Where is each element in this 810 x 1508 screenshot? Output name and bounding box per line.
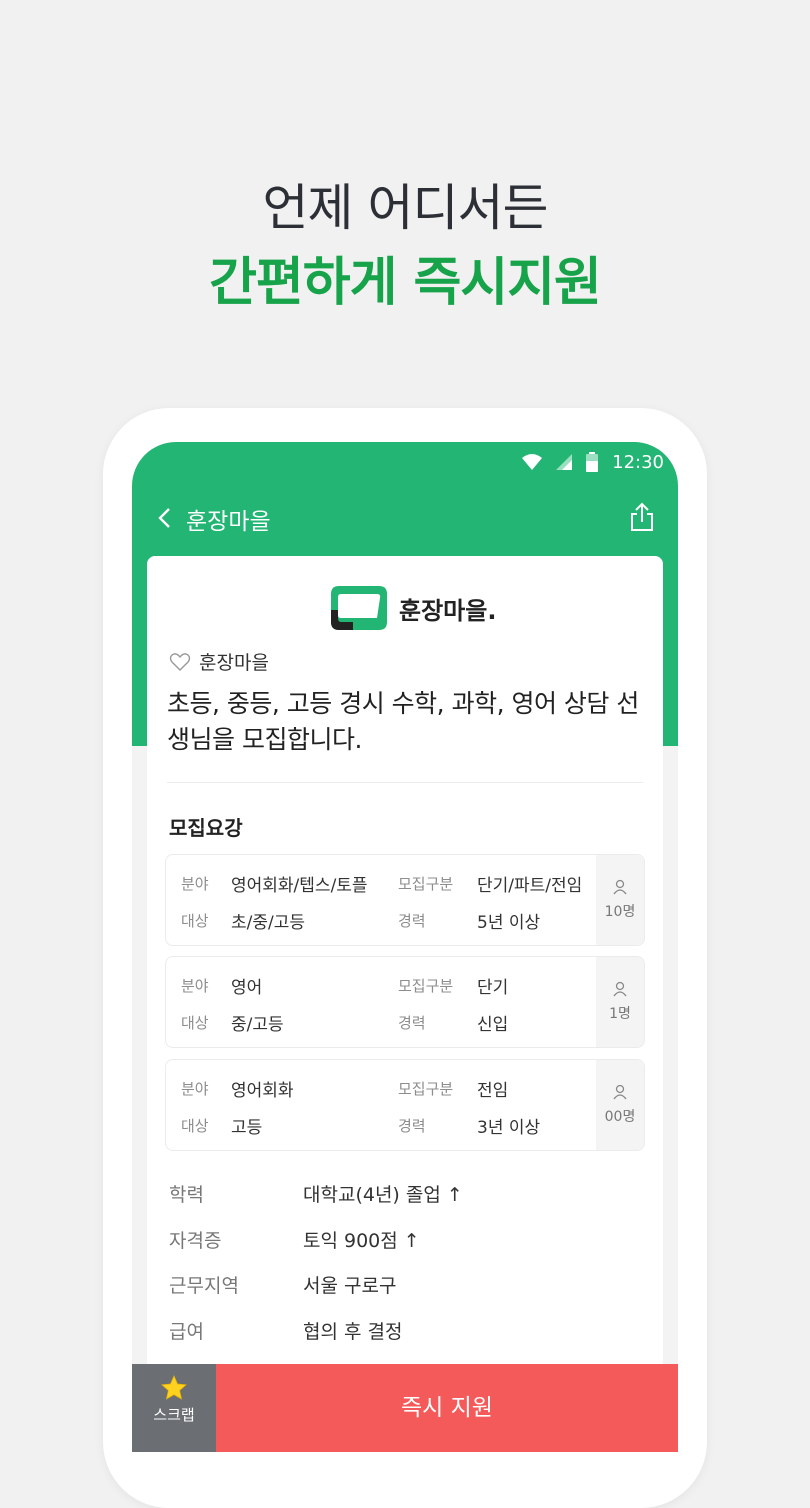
job-detail-card: 훈장마을. 훈장마을 초등, 중등, 고등 경시 수학, 과학, 영어 상담 선… [147, 556, 663, 1452]
headcount-value: 00명 [604, 1109, 636, 1125]
company-name: 훈장마을 [199, 652, 269, 674]
type-value: 단기/파트/전임 [477, 876, 583, 896]
apply-now-button[interactable]: 즉시 지원 [216, 1364, 678, 1452]
person-icon [613, 1084, 627, 1100]
career-label: 경력 [398, 1117, 426, 1135]
target-label: 대상 [181, 1117, 209, 1135]
target-value: 초/중/고등 [231, 913, 306, 933]
field-label: 분야 [181, 1080, 209, 1098]
type-value: 전임 [477, 1081, 509, 1101]
target-label: 대상 [181, 1014, 209, 1032]
detail-value: 서울 구로구 [303, 1275, 397, 1297]
type-value: 단기 [477, 978, 509, 998]
headcount: 10명 [596, 855, 644, 945]
headcount-value: 1명 [609, 1006, 631, 1022]
status-time: 12:30 [612, 451, 664, 473]
app-bar-title: 훈장마을 [186, 509, 271, 535]
detail-value: 토익 900점 ↑ [303, 1230, 420, 1252]
detail-key: 급여 [169, 1321, 204, 1343]
share-icon[interactable] [628, 502, 656, 532]
career-label: 경력 [398, 1014, 426, 1032]
detail-key: 근무지역 [169, 1275, 239, 1297]
field-label: 분야 [181, 875, 209, 893]
field-value: 영어회화/텝스/토플 [231, 876, 368, 896]
field-value: 영어 [231, 978, 263, 998]
bottom-action-bar: 스크랩 즉시 지원 [132, 1364, 678, 1452]
back-arrow-icon[interactable] [156, 506, 174, 530]
scrap-button[interactable]: 스크랩 [132, 1364, 216, 1452]
company-logo: 훈장마을. [329, 584, 496, 632]
divider [167, 782, 643, 783]
target-value: 고등 [231, 1118, 263, 1138]
career-value: 신입 [477, 1015, 509, 1035]
field-label: 분야 [181, 977, 209, 995]
target-label: 대상 [181, 912, 209, 930]
battery-icon [586, 452, 599, 472]
promo-line-2: 간편하게 즉시지원 [209, 253, 602, 313]
career-value: 3년 이상 [477, 1118, 541, 1138]
heart-icon[interactable] [169, 652, 191, 672]
type-label: 모집구분 [398, 977, 454, 995]
career-value: 5년 이상 [477, 913, 541, 933]
requirement-card: 분야 영어회화 모집구분 전임 대상 고등 경력 3년 이상 00명 [165, 1059, 645, 1151]
field-value: 영어회화 [231, 1081, 294, 1101]
headcount: 1명 [596, 957, 644, 1047]
type-label: 모집구분 [398, 1080, 454, 1098]
headcount-value: 10명 [604, 904, 636, 920]
job-title: 초등, 중등, 고등 경시 수학, 과학, 영어 상담 선생님을 모집합니다. [167, 689, 639, 754]
promo-line-1: 언제 어디서든 [262, 179, 549, 237]
scrap-label: 스크랩 [153, 1406, 195, 1424]
phone-screen: 12:30 훈장마을 훈장마을. 훈장마을 초등, 중등, 고등 경시 수학, … [132, 442, 678, 1452]
requirement-card: 분야 영어회화/텝스/토플 모집구분 단기/파트/전임 대상 초/중/고등 경력… [165, 854, 645, 946]
person-icon [613, 879, 627, 895]
status-bar: 12:30 [522, 450, 664, 474]
detail-value: 협의 후 결정 [303, 1321, 403, 1343]
type-label: 모집구분 [398, 875, 454, 893]
signal-icon [556, 454, 573, 470]
section-title: 모집요강 [169, 816, 243, 840]
logo-text: 훈장마을. [399, 596, 497, 625]
career-label: 경력 [398, 912, 426, 930]
star-icon [161, 1375, 187, 1400]
company-favorite[interactable]: 훈장마을 [169, 648, 269, 675]
headcount: 00명 [596, 1060, 644, 1150]
target-value: 중/고등 [231, 1015, 284, 1035]
detail-value: 대학교(4년) 졸업 ↑ [303, 1184, 463, 1206]
detail-key: 자격증 [169, 1230, 222, 1252]
app-bar: 훈장마을 [132, 498, 678, 538]
requirement-card: 분야 영어 모집구분 단기 대상 중/고등 경력 신입 1명 [165, 956, 645, 1048]
detail-key: 학력 [169, 1184, 204, 1206]
person-icon [613, 981, 627, 997]
logo-mark-icon [331, 586, 387, 630]
wifi-icon [522, 454, 543, 470]
